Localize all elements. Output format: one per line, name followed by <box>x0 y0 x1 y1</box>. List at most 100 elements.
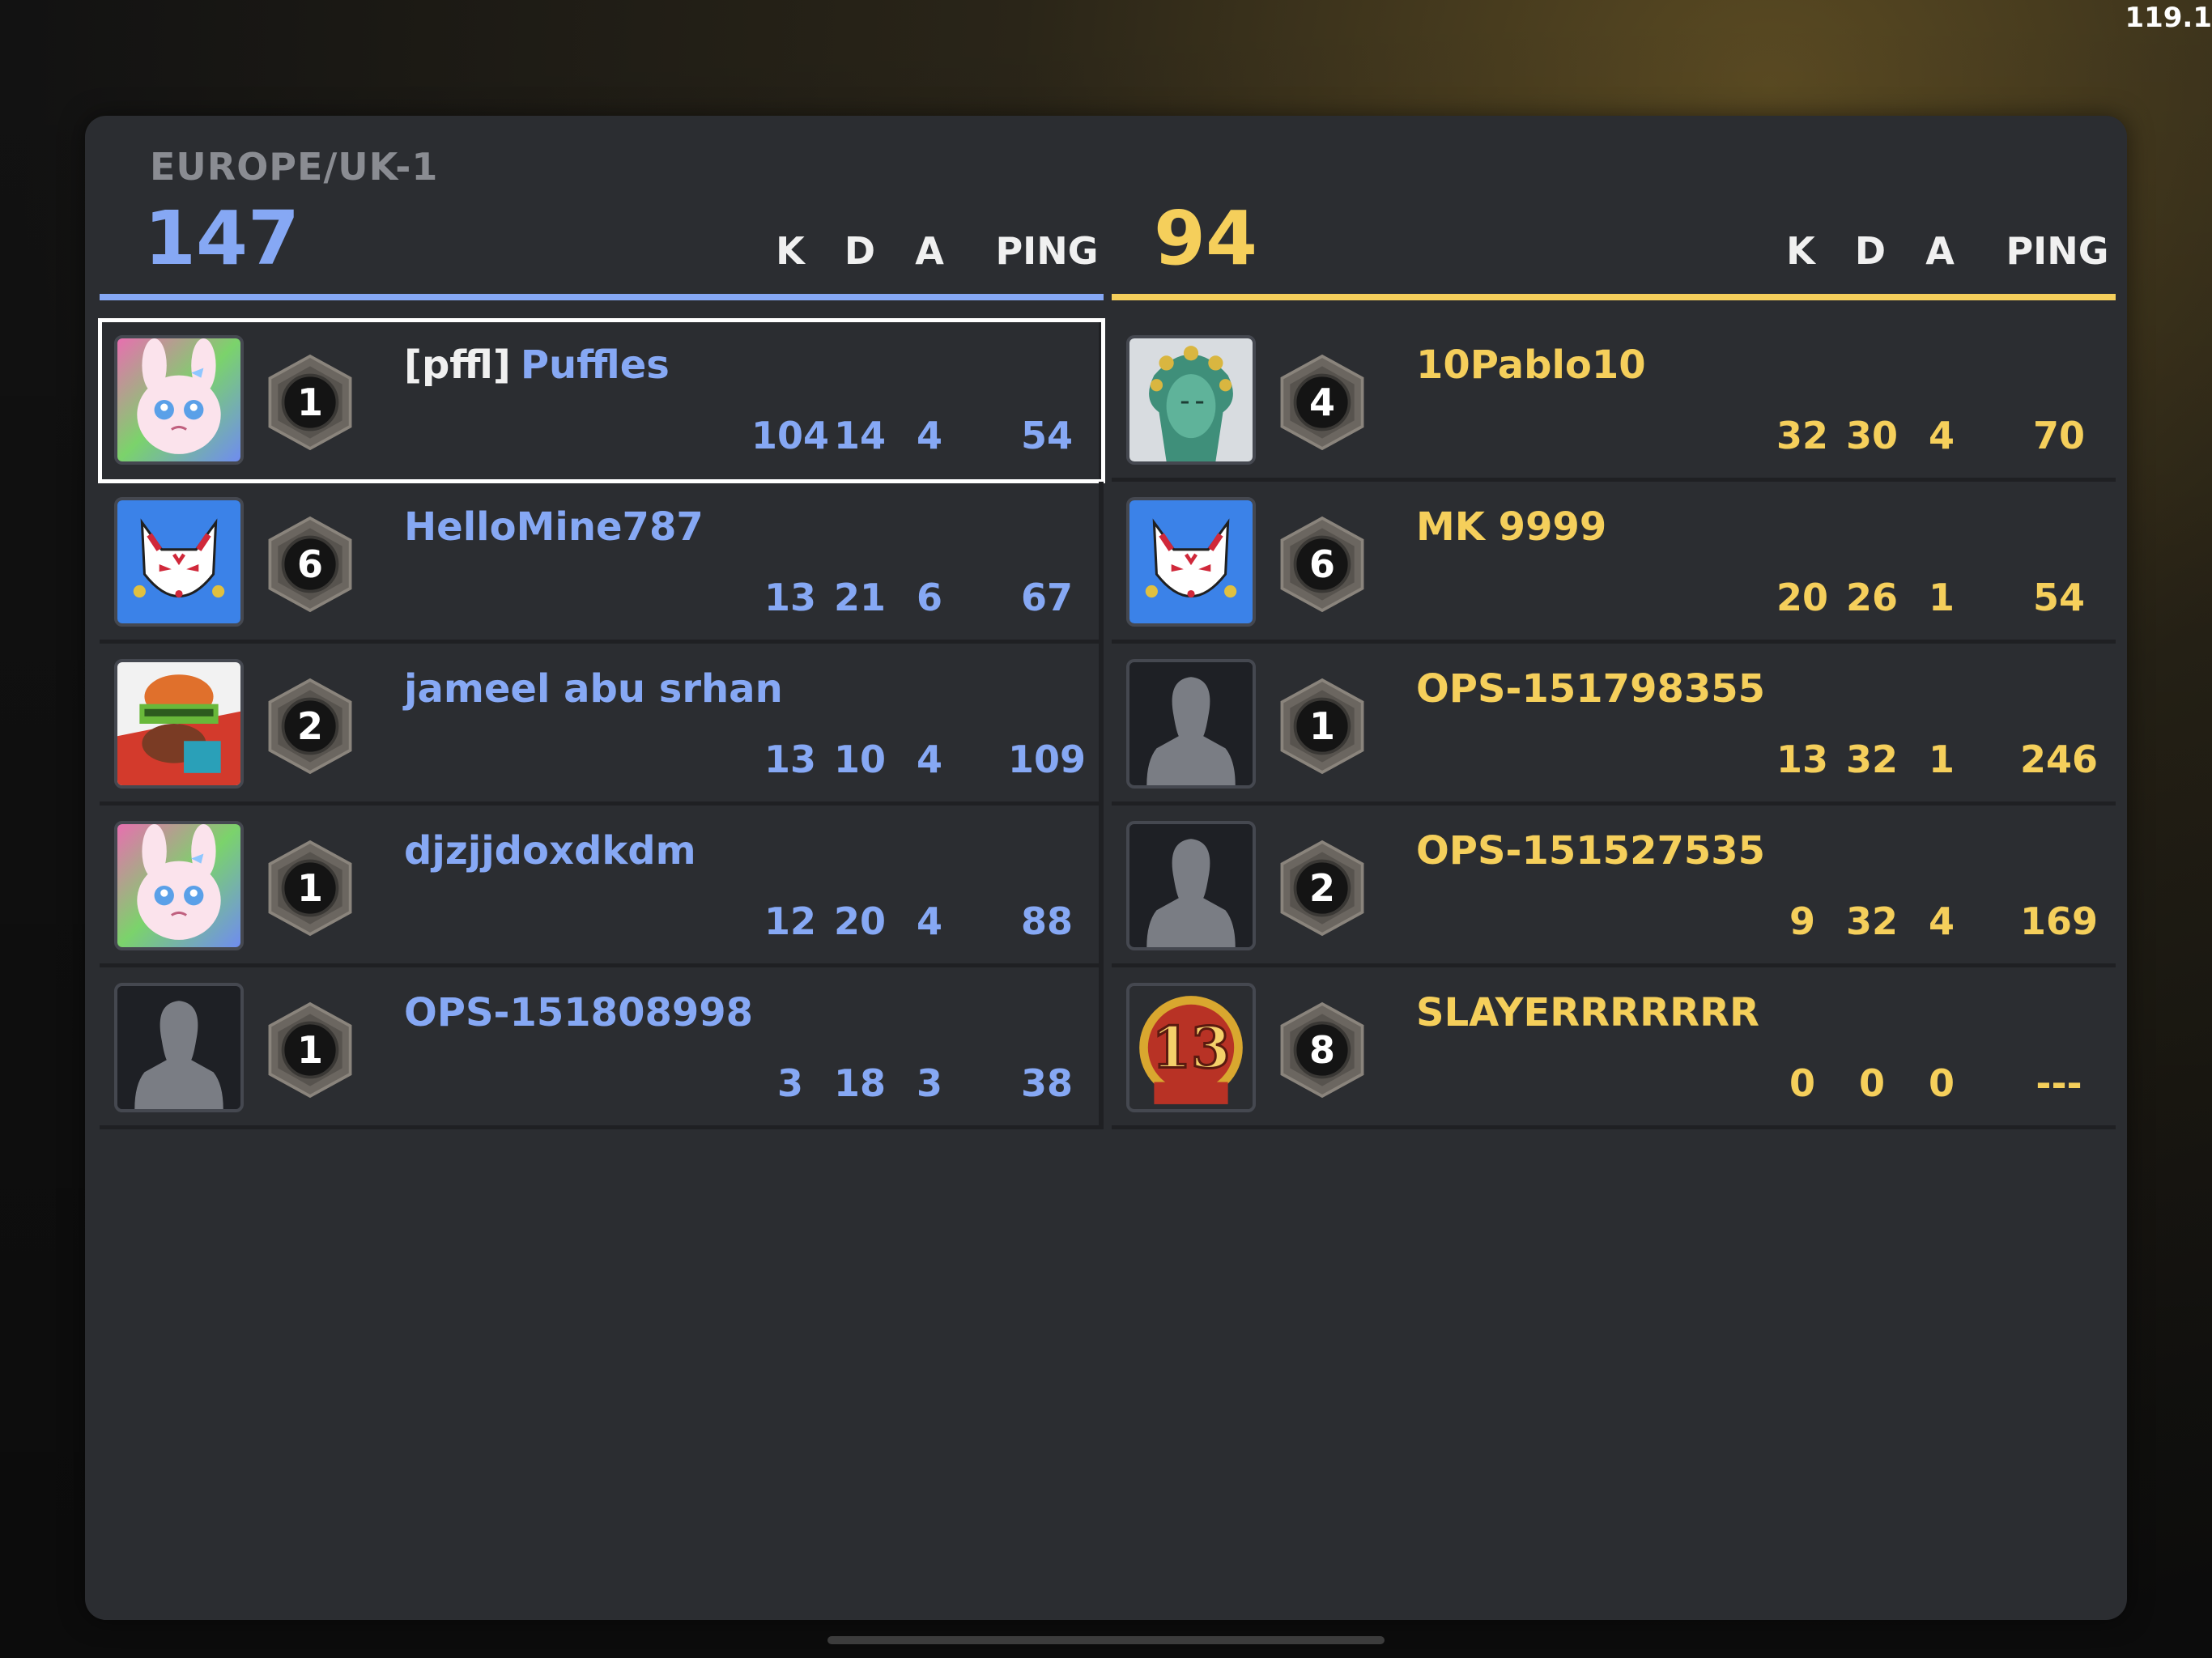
rank-badge: 1 <box>260 1000 360 1100</box>
player-list: 4 10Pablo10 32 30 4 70 6 MK 9999 20 26 1 54 1 OPS-151… <box>1112 320 2116 1129</box>
player-row[interactable]: 13 8 SLAYERRRRRRR 0 0 0 --- <box>1112 967 2116 1129</box>
ping-value: 54 <box>1020 414 1073 457</box>
player-name-text: 10Pablo10 <box>1416 342 1646 388</box>
avatar-badge-text: 13 <box>1151 1014 1230 1081</box>
player-avatar <box>1126 821 1256 950</box>
rank-badge: 6 <box>260 514 360 614</box>
ping-value: 54 <box>2032 576 2085 619</box>
deaths-value: 26 <box>1845 576 1898 619</box>
rank-badge: 4 <box>1272 352 1372 453</box>
rank-badge: 2 <box>1272 838 1372 938</box>
player-avatar <box>114 497 244 627</box>
player-name-text: djzjjdoxdkdm <box>404 828 696 874</box>
rank-badge: 6 <box>1272 514 1372 614</box>
player-name: OPS-151798355 <box>1416 666 1765 712</box>
kills-value: 12 <box>764 899 816 943</box>
kills-value: 20 <box>1776 576 1828 619</box>
rank-level: 6 <box>1308 542 1335 586</box>
ping-value: 38 <box>1020 1061 1073 1105</box>
deaths-value: 32 <box>1845 899 1898 943</box>
kills-value: 13 <box>764 738 816 781</box>
deaths-value: 18 <box>833 1061 886 1105</box>
player-avatar <box>114 335 244 465</box>
player-avatar: 13 <box>1126 983 1256 1112</box>
deaths-value: 21 <box>833 576 886 619</box>
deaths-value: 10 <box>833 738 886 781</box>
scoreboard-panel: EUROPE/UK-1 147 K D A PING 1 [pffl] Puffle… <box>85 116 2127 1620</box>
assists-value: 4 <box>916 414 942 457</box>
player-name: 10Pablo10 <box>1416 342 1646 388</box>
kills-value: 9 <box>1789 899 1815 943</box>
player-name-text: OPS-151798355 <box>1416 666 1766 712</box>
player-row[interactable]: 6 MK 9999 20 26 1 54 <box>1112 482 2116 644</box>
home-indicator[interactable] <box>827 1636 1385 1644</box>
kills-value: 32 <box>1776 414 1828 457</box>
kills-value: 3 <box>776 1061 803 1105</box>
kills-header: K <box>1786 229 1815 273</box>
clan-tag: [pffl] <box>404 342 511 388</box>
assists-value: 0 <box>1928 1061 1955 1105</box>
team-color-divider <box>1112 294 2116 300</box>
assists-value: 6 <box>916 576 942 619</box>
player-name: OPS-151527535 <box>1416 828 1765 874</box>
rank-badge: 1 <box>1272 676 1372 776</box>
rank-badge: 2 <box>260 676 360 776</box>
player-name: HelloMine787 <box>404 504 704 550</box>
player-row[interactable]: 1 OPS-151798355 13 32 1 246 <box>1112 644 2116 806</box>
player-name: [pffl] Puffles <box>404 342 670 388</box>
player-row[interactable]: 6 HelloMine787 13 21 6 67 <box>100 482 1104 644</box>
rank-level: 1 <box>1308 704 1335 748</box>
player-avatar <box>1126 659 1256 789</box>
player-name-text: jameel abu srhan <box>404 666 783 712</box>
team-blue: 147 K D A PING 1 [pffl] Puffles 104 14 4 54 6 He… <box>98 116 1105 1168</box>
kills-value: 104 <box>751 414 830 457</box>
player-avatar <box>114 659 244 789</box>
assists-value: 3 <box>916 1061 942 1105</box>
player-avatar <box>114 983 244 1112</box>
ping-value: 88 <box>1020 899 1073 943</box>
kills-value: 0 <box>1789 1061 1815 1105</box>
player-avatar <box>1126 497 1256 627</box>
ping-value: 169 <box>2019 899 2099 943</box>
player-row[interactable]: 1 [pffl] Puffles 104 14 4 54 <box>98 318 1105 483</box>
assists-header: A <box>1925 229 1955 273</box>
assists-value: 4 <box>1928 899 1955 943</box>
player-name-text: Puffles <box>520 342 670 388</box>
rank-level: 1 <box>296 380 323 424</box>
kills-value: 13 <box>764 576 816 619</box>
player-name: jameel abu srhan <box>404 666 783 712</box>
player-name: djzjjdoxdkdm <box>404 828 696 874</box>
deaths-header: D <box>1854 229 1887 273</box>
player-row[interactable]: 2 OPS-151527535 9 32 4 169 <box>1112 806 2116 967</box>
player-name-text: MK 9999 <box>1416 504 1607 550</box>
team-yellow: 94 K D A PING 4 10Pablo10 32 30 4 70 6 MK 9999 2… <box>1112 116 2116 1168</box>
player-row[interactable]: 1 djzjjdoxdkdm 12 20 4 88 <box>100 806 1104 967</box>
player-name: SLAYERRRRRRR <box>1416 990 1759 1035</box>
rank-level: 6 <box>296 542 323 586</box>
player-avatar <box>1126 335 1256 465</box>
player-name-text: SLAYERRRRRRR <box>1416 990 1759 1035</box>
player-name: OPS-151808998 <box>404 990 753 1035</box>
player-avatar <box>114 821 244 950</box>
rank-badge: 1 <box>260 352 360 453</box>
player-name-text: OPS-151808998 <box>404 990 754 1035</box>
player-row[interactable]: 1 OPS-151808998 3 18 3 38 <box>100 967 1104 1129</box>
ping-value: 246 <box>2019 738 2099 781</box>
team-score: 147 <box>144 195 300 282</box>
ping-value: 109 <box>1007 738 1087 781</box>
ping-value: --- <box>2035 1061 2082 1105</box>
ping-value: 70 <box>2032 414 2085 457</box>
rank-level: 1 <box>296 1028 323 1072</box>
deaths-value: 0 <box>1858 1061 1885 1105</box>
player-row[interactable]: 4 10Pablo10 32 30 4 70 <box>1112 320 2116 482</box>
ping-header: PING <box>995 229 1099 273</box>
kills-value: 13 <box>1776 738 1828 781</box>
assists-value: 4 <box>916 738 942 781</box>
assists-value: 4 <box>1928 414 1955 457</box>
team-color-divider <box>100 294 1104 300</box>
rank-level: 2 <box>1308 866 1335 910</box>
player-list: 1 [pffl] Puffles 104 14 4 54 6 HelloMine787 13 21 6… <box>98 318 1105 1129</box>
assists-value: 4 <box>916 899 942 943</box>
rank-badge: 8 <box>1272 1000 1372 1100</box>
player-row[interactable]: 2 jameel abu srhan 13 10 4 109 <box>100 644 1104 806</box>
